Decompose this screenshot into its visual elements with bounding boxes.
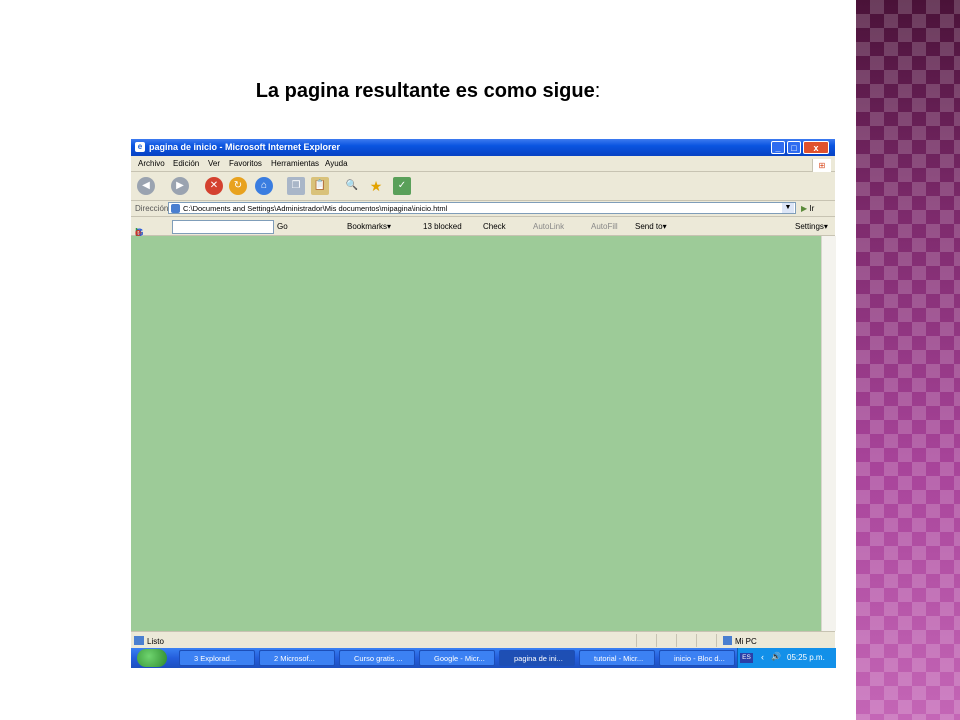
copy-icon[interactable]: ❐ [287,177,305,195]
window-title: pagina de inicio - Microsoft Internet Ex… [149,142,341,152]
paste-icon[interactable]: 📋 [311,177,329,195]
maximize-button[interactable]: □ [787,141,801,154]
close-button[interactable]: x [803,141,829,154]
stop-icon[interactable]: ✕ [205,177,223,195]
refresh-icon[interactable]: ↻ [229,177,247,195]
google-go-button[interactable]: Go [277,222,288,231]
taskbar-button[interactable]: 3 Explorad... [179,650,255,666]
menu-favoritos[interactable]: Favoritos [229,159,262,168]
menu-edicion[interactable]: Edición [173,159,199,168]
security-zone: Mi PC [735,637,757,646]
tray-clock: 05:25 p.m. [787,653,825,662]
spell-check-button[interactable]: Check [483,222,506,231]
google-search-input[interactable] [172,220,274,234]
menu-ver[interactable]: Ver [208,159,220,168]
decorative-side-band [856,0,960,720]
address-bar: Dirección C:\Documents and Settings\Admi… [131,201,835,217]
status-text: Listo [147,637,164,646]
address-value: C:\Documents and Settings\Administrador\… [183,204,448,213]
windows-taskbar: 3 Explorad... 2 Microsof... Curso gratis… [131,648,836,668]
forward-icon[interactable]: ▶ [171,177,189,195]
address-label: Dirección [135,204,169,213]
menu-ayuda[interactable]: Ayuda [325,159,348,168]
address-input[interactable]: C:\Documents and Settings\Administrador\… [168,202,796,214]
taskbar-button[interactable]: inicio - Bloc d... [659,650,735,666]
slide-heading: La pagina resultante es como sigue: [0,80,856,103]
page-icon [171,204,180,213]
taskbar-button[interactable]: Google - Micr... [419,650,495,666]
autofill-button[interactable]: AutoFill [591,222,618,231]
windows-logo-icon: ⊞ [812,159,831,172]
slide-heading-text: La pagina resultante es como sigue [255,80,595,102]
history-icon[interactable]: ✓ [393,177,411,195]
search-icon[interactable]: 🔍 [343,177,361,195]
bookmarks-button[interactable]: Bookmarks▾ [347,222,391,231]
taskbar-button[interactable]: tutorial - Micr... [579,650,655,666]
slide-heading-colon: : [594,80,601,102]
send-to-button[interactable]: Send to▾ [635,222,667,231]
page-status-icon [134,636,144,645]
page-viewport[interactable] [131,236,821,631]
start-button[interactable] [137,649,167,667]
computer-icon [723,636,732,645]
menu-herramientas[interactable]: Herramientas [271,159,319,168]
ie-window-screenshot: e pagina de inicio - Microsoft Internet … [131,139,836,668]
ie-icon: e [135,142,145,152]
volume-icon[interactable]: 🔊 [771,652,781,661]
vertical-scrollbar[interactable] [821,236,836,631]
autolink-button[interactable]: AutoLink [533,222,564,231]
back-icon[interactable]: ◀ [137,177,155,195]
tray-chevron-icon[interactable]: ‹ [761,652,764,662]
go-label: Ir [809,204,815,213]
status-bar: Listo Mi PC [131,631,835,649]
google-settings-button[interactable]: Settings▾ [795,222,828,231]
home-icon[interactable]: ⌂ [255,177,273,195]
favorites-icon[interactable]: ★ [367,177,385,195]
popup-blocked-count[interactable]: 13 blocked [423,222,462,231]
taskbar-button[interactable]: 2 Microsof... [259,650,335,666]
window-titlebar[interactable]: e pagina de inicio - Microsoft Internet … [131,139,835,156]
taskbar-button[interactable]: pagina de ini... [499,650,575,666]
address-dropdown-icon[interactable]: ▼ [782,203,794,213]
minimize-button[interactable]: _ [771,141,785,154]
taskbar-button[interactable]: Curso gratis ... [339,650,415,666]
google-toolbar: Google Go Bookmarks▾ 13 blocked Check Au… [131,217,835,239]
language-indicator[interactable]: ES [740,653,753,663]
go-button[interactable]: ▶ Ir [801,204,814,213]
menu-archivo[interactable]: Archivo [138,159,165,168]
menu-bar: Archivo Edición Ver Favoritos Herramient… [131,156,835,172]
standard-toolbar: ◀ ▶ ✕ ↻ ⌂ ❐ 📋 🔍 ★ ✓ [131,172,835,201]
